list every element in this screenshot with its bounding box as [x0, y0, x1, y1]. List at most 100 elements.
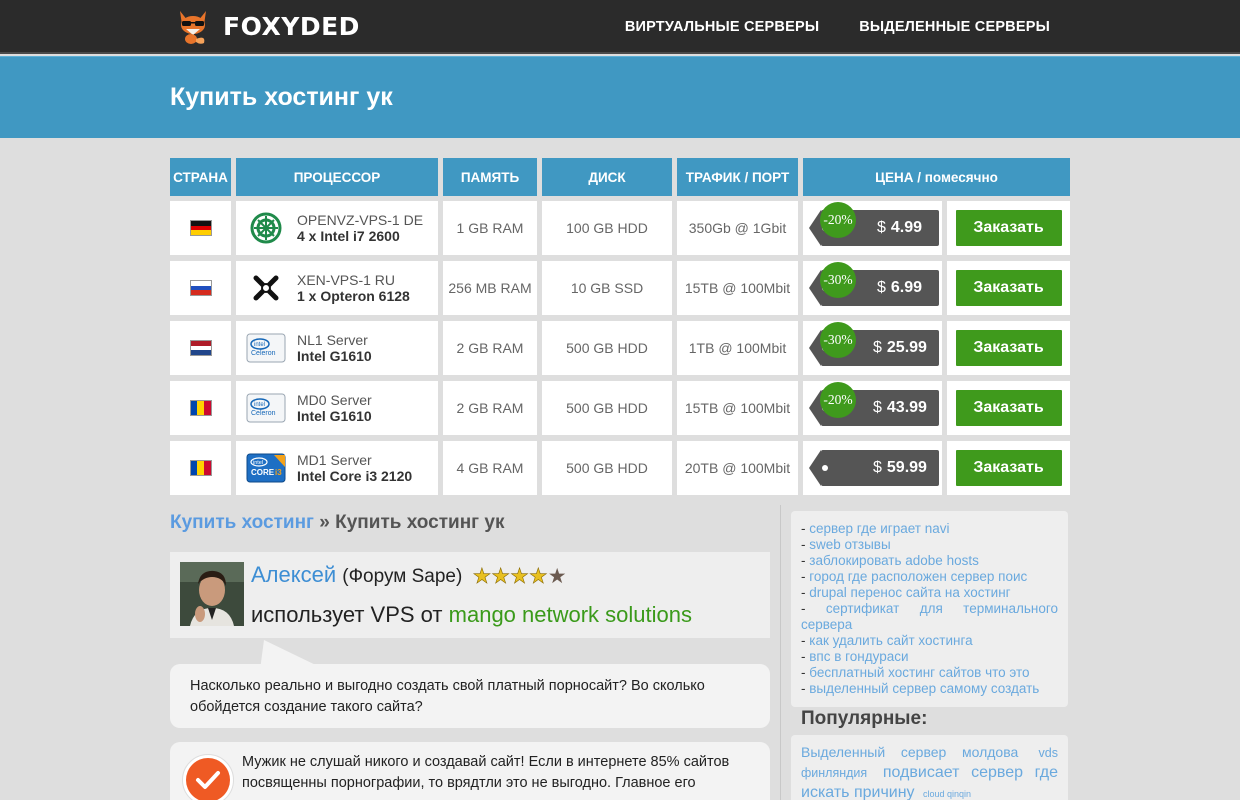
list-item: - sweb отзывы — [801, 537, 891, 552]
testimonial-text: использует VPS от — [251, 602, 443, 627]
discount-badge: -30% — [820, 262, 856, 298]
country-cell — [170, 321, 231, 375]
price-cell: -20% $4.99 — [803, 201, 942, 255]
cpu-cell: intel Celeron MD0 Server Intel G1610 — [236, 381, 438, 435]
country-cell — [170, 441, 231, 495]
traffic-cell: 20TB @ 100Mbit — [677, 441, 798, 495]
star-icon: ★ — [491, 565, 511, 588]
reviewer-source: (Форум Sape) — [342, 566, 463, 587]
price-cell: $59.99 — [803, 441, 942, 495]
list-item: - бесплатный хостинг сайтов что это — [801, 665, 1030, 680]
testimonial: Алексей (Форум Sape) ★ ★ ★ ★ ★ использует VP… — [170, 552, 770, 638]
cpu-name: Intel G1610 — [297, 348, 372, 364]
star-icon: ★ — [472, 565, 492, 588]
list-item: - как удалить сайт хостинга — [801, 633, 973, 648]
reviewer-name[interactable]: Алексей — [251, 562, 336, 587]
checkmark-icon — [182, 754, 234, 800]
discount-badge: -30% — [820, 322, 856, 358]
related-link[interactable]: впс в гондураси — [809, 649, 908, 664]
ram-cell: 1 GB RAM — [443, 201, 537, 255]
xen-icon — [246, 272, 286, 304]
list-item: - впс в гондураси — [801, 649, 909, 664]
related-link[interactable]: город где расположен сервер поис — [809, 569, 1027, 584]
intel-celeron-icon: intel Celeron — [246, 392, 286, 424]
related-link[interactable]: бесплатный хостинг сайтов что это — [809, 665, 1029, 680]
moldova-flag-icon — [189, 460, 212, 476]
order-button[interactable]: Заказать — [955, 330, 1062, 366]
list-item: - выделенный сервер самому создать — [801, 681, 1040, 696]
order-cell: Заказать — [947, 321, 1070, 375]
price-cell: -30% $25.99 — [803, 321, 942, 375]
russia-flag-icon — [189, 280, 212, 296]
openvz-icon — [246, 212, 286, 244]
page-title: Купить хостинг ук — [170, 83, 393, 111]
related-link[interactable]: заблокировать adobe hosts — [809, 553, 979, 568]
nav-dedicated-servers[interactable]: ВЫДЕЛЕННЫЕ СЕРВЕРЫ — [859, 19, 1050, 35]
related-link[interactable]: сервер где играет navi — [809, 521, 949, 536]
top-navbar: FOXYDED ВИРТУАЛЬНЫЕ СЕРВЕРЫ ВЫДЕЛЕННЫЕ С… — [0, 0, 1240, 54]
related-link[interactable]: выделенный сервер самому создать — [809, 681, 1039, 696]
title-band: Купить хостинг ук — [0, 56, 1240, 138]
cpu-name: Intel G1610 — [297, 408, 372, 424]
disk-cell: 500 GB HDD — [542, 441, 672, 495]
svg-text:intel: intel — [253, 460, 263, 466]
disk-cell: 500 GB HDD — [542, 321, 672, 375]
moldova-flag-icon — [189, 400, 212, 416]
breadcrumb-link[interactable]: Купить хостинг — [170, 512, 314, 533]
header-traffic: ТРАФИК / ПОРТ — [677, 158, 798, 196]
svg-text:intel: intel — [254, 342, 265, 348]
currency-symbol: $ — [873, 339, 882, 356]
answer-bubble: Мужик не слушай никого и создавай сайт! … — [170, 742, 770, 800]
related-link[interactable]: сертификат для терминального сервера — [801, 601, 1058, 632]
price-cell: -30% $6.99 — [803, 261, 942, 315]
ram-cell: 256 MB RAM — [443, 261, 537, 315]
tag-link[interactable]: cloud qinqin — [923, 789, 971, 799]
list-item: - город где расположен сервер поис — [801, 569, 1028, 584]
price-value: 25.99 — [886, 339, 927, 356]
order-cell: Заказать — [947, 201, 1070, 255]
order-button[interactable]: Заказать — [955, 270, 1062, 306]
nav-virtual-servers[interactable]: ВИРТУАЛЬНЫЕ СЕРВЕРЫ — [625, 19, 819, 35]
ram-cell: 4 GB RAM — [443, 441, 537, 495]
order-button[interactable]: Заказать — [955, 450, 1062, 486]
svg-text:CORE: CORE — [251, 468, 275, 477]
cpu-cell: intel Celeron NL1 Server Intel G1610 — [236, 321, 438, 375]
order-button[interactable]: Заказать — [955, 390, 1062, 426]
star-icon: ★ — [528, 565, 548, 588]
currency-symbol: $ — [877, 219, 886, 236]
traffic-cell: 350Gb @ 1Gbit — [677, 201, 798, 255]
related-link[interactable]: drupal перенос сайта на хостинг — [809, 585, 1010, 600]
netherlands-flag-icon — [189, 340, 212, 356]
header-disk: ДИСК — [542, 158, 672, 196]
logo[interactable]: FOXYDED — [176, 9, 360, 45]
tag-link[interactable]: Выделенный сервер молдова — [801, 744, 1018, 760]
cpu-name: Intel Core i3 2120 — [297, 468, 413, 484]
svg-text:intel: intel — [254, 402, 265, 408]
cpu-cell: OPENVZ-VPS-1 DE 4 x Intel i7 2600 — [236, 201, 438, 255]
currency-symbol: $ — [877, 279, 886, 296]
plan-name: OPENVZ-VPS-1 DE — [297, 212, 424, 228]
disk-cell: 100 GB HDD — [542, 201, 672, 255]
company-link[interactable]: mango network solutions — [449, 602, 692, 627]
price-value: 43.99 — [886, 399, 927, 416]
popular-title: Популярные: — [801, 708, 928, 729]
order-cell: Заказать — [947, 441, 1070, 495]
discount-badge: -20% — [820, 382, 856, 418]
avatar — [180, 562, 244, 626]
related-link[interactable]: как удалить сайт хостинга — [809, 633, 972, 648]
header-price: ЦЕНА / помесячно — [803, 158, 1070, 196]
related-link[interactable]: sweb отзывы — [809, 537, 890, 552]
order-button[interactable]: Заказать — [955, 210, 1062, 246]
order-cell: Заказать — [947, 381, 1070, 435]
country-cell — [170, 261, 231, 315]
order-cell: Заказать — [947, 261, 1070, 315]
rating-stars: ★ ★ ★ ★ ★ — [472, 565, 566, 588]
price-value: 4.99 — [890, 219, 923, 236]
header-country: СТРАНА — [170, 158, 231, 196]
traffic-cell: 15TB @ 100Mbit — [677, 381, 798, 435]
cpu-cell: XEN-VPS-1 RU 1 x Opteron 6128 — [236, 261, 438, 315]
cpu-name: 4 x Intel i7 2600 — [297, 228, 400, 244]
ram-cell: 2 GB RAM — [443, 321, 537, 375]
disk-cell: 10 GB SSD — [542, 261, 672, 315]
cpu-name: 1 x Opteron 6128 — [297, 288, 410, 304]
